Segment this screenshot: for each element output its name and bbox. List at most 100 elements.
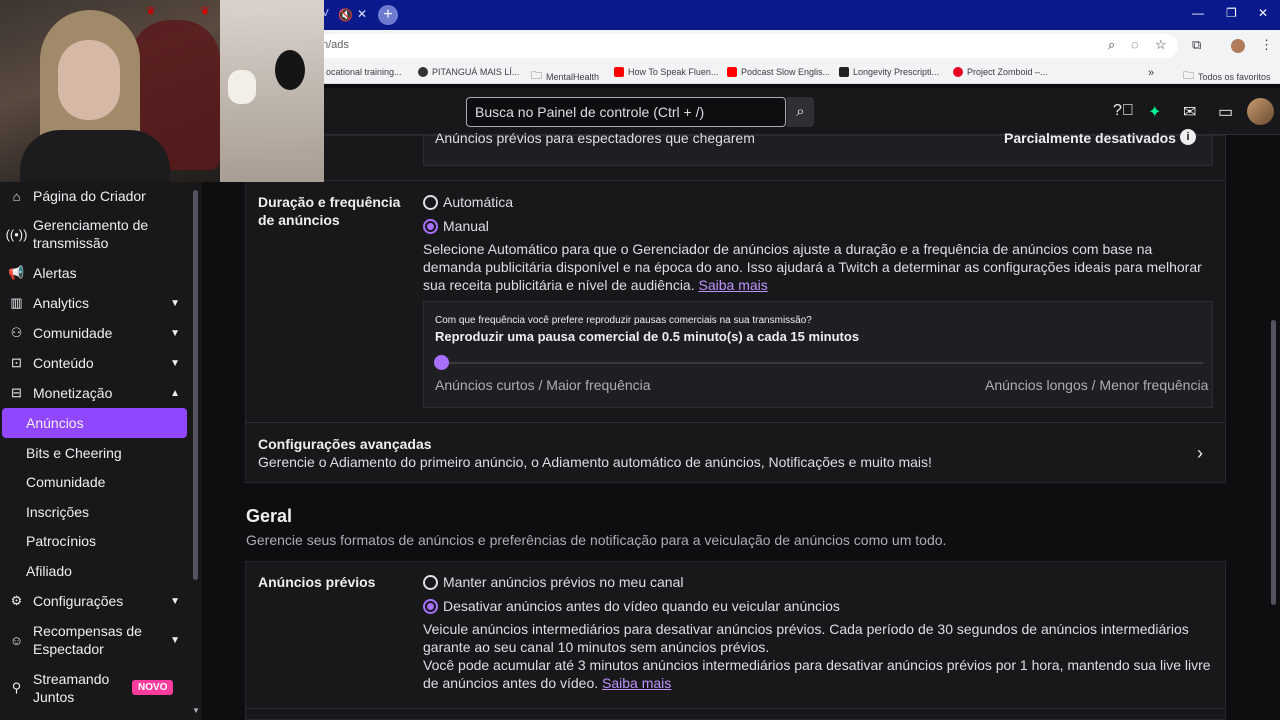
- chevron-up-icon: ▲: [170, 387, 180, 399]
- sidebar-scrollbar[interactable]: [193, 190, 198, 580]
- home-icon: ⌂: [12, 188, 21, 204]
- keep-preroll-radio[interactable]: [423, 575, 438, 590]
- inbox-icon[interactable]: ✉: [1183, 102, 1196, 122]
- preroll-status-value: Parcialmente desativados: [1004, 130, 1176, 146]
- bookmark-item[interactable]: Podcast Slow Englis...: [727, 67, 830, 77]
- manual-radio-label[interactable]: Manual: [443, 217, 489, 235]
- gear-icon: ⚙: [10, 593, 23, 608]
- divider: [246, 180, 1225, 181]
- disable-preroll-radio[interactable]: [423, 599, 438, 614]
- chevron-down-icon: ▼: [170, 357, 180, 369]
- slider-question: Com que frequência você prefere reproduz…: [435, 315, 812, 326]
- webcam-plush-toy: [228, 70, 256, 104]
- duration-description-text: Selecione Automático para que o Gerencia…: [423, 241, 1202, 293]
- extensions-icon[interactable]: ⧉: [1192, 37, 1201, 53]
- keep-preroll-label[interactable]: Manter anúncios prévios no meu canal: [443, 573, 683, 591]
- search-input[interactable]: Busca no Painel de controle (Ctrl + /): [466, 97, 786, 127]
- folder-icon: 🗀: [531, 70, 542, 82]
- close-tab-icon[interactable]: ✕: [357, 7, 367, 21]
- duration-label: Duração e frequência de anúncios: [258, 194, 401, 228]
- url-text[interactable]: n/ads: [322, 39, 349, 51]
- auto-radio[interactable]: [423, 195, 438, 210]
- preroll-learn-more-link[interactable]: Saiba mais: [602, 675, 671, 691]
- minimize-icon[interactable]: —: [1192, 6, 1204, 20]
- chevron-down-icon: ▼: [170, 327, 180, 339]
- sidebar-item-viewer-rewards[interactable]: ☺ Recompensas de Espectador ▼: [0, 622, 190, 658]
- chevron-right-icon[interactable]: ›: [1197, 443, 1203, 464]
- user-avatar[interactable]: [1247, 98, 1274, 125]
- search-icon: ⌕: [796, 103, 805, 120]
- eye-off-icon[interactable]: ◌: [1131, 37, 1139, 52]
- bookmarks-overflow-icon[interactable]: »: [1148, 67, 1154, 79]
- sparkle-icon[interactable]: ✦: [1148, 102, 1161, 122]
- frequency-slider-knob[interactable]: [434, 355, 449, 370]
- learn-more-link[interactable]: Saiba mais: [699, 277, 768, 293]
- general-title: Geral: [246, 506, 293, 526]
- sidebar-item-settings[interactable]: ⚙ Configurações ▼: [0, 586, 190, 616]
- pinterest-icon: [953, 67, 963, 77]
- bookmark-folder[interactable]: 🗀 MentalHealth: [531, 67, 599, 86]
- bookmark-all-folder[interactable]: 🗀 Todos os favoritos: [1183, 67, 1271, 86]
- webcam-person-face: [58, 40, 120, 120]
- help-icon[interactable]: ?⃝: [1113, 102, 1134, 120]
- mute-tab-icon[interactable]: 🔇: [338, 8, 353, 22]
- sidebar-item-analytics[interactable]: ▥ Analytics ▼: [0, 288, 190, 318]
- webcam-overlay: ❦ ❦: [0, 0, 324, 182]
- bookmark-item[interactable]: Longevity Prescripti...: [839, 67, 939, 77]
- sidebar-item-community[interactable]: ⚇ Comunidade ▼: [0, 318, 190, 348]
- preroll-desc2-block: Você pode acumular até 3 minutos anúncio…: [423, 656, 1213, 692]
- folder-icon: 🗀: [1183, 70, 1194, 82]
- new-tab-button[interactable]: +: [378, 5, 398, 25]
- sidebar-item-creator-page[interactable]: ⌂ Página do Criador: [0, 181, 190, 211]
- profile-avatar-icon[interactable]: [1231, 39, 1245, 53]
- manual-radio[interactable]: [423, 219, 438, 234]
- book-icon: [839, 67, 849, 77]
- broadcast-icon: ((•)): [5, 226, 28, 242]
- bookmark-item[interactable]: ocational training...: [326, 67, 402, 77]
- webcam-lamp: [275, 50, 305, 90]
- bookmark-item[interactable]: PITANGUÁ MAIS LÍ...: [418, 67, 519, 77]
- bookmark-star-icon[interactable]: ☆: [1155, 37, 1167, 53]
- globe-icon: [418, 67, 428, 77]
- megaphone-icon: 📢: [8, 265, 25, 280]
- restore-icon[interactable]: ❐: [1226, 6, 1237, 20]
- sidebar-subitem-subscriptions[interactable]: Inscrições: [26, 504, 89, 520]
- sidebar-subitem-affiliate[interactable]: Afiliado: [26, 563, 72, 579]
- webcam-person-shirt: [20, 130, 170, 182]
- preroll-desc1: Veicule anúncios intermediários para des…: [423, 621, 1189, 655]
- sidebar-item-alerts[interactable]: 📢 Alertas: [0, 258, 190, 288]
- advanced-description: Gerencie o Adiamento do primeiro anúncio…: [258, 454, 932, 470]
- bookmark-item[interactable]: How To Speak Fluen...: [614, 67, 718, 77]
- disable-preroll-label[interactable]: Desativar anúncios antes do vídeo quando…: [443, 597, 840, 615]
- menu-dots-icon[interactable]: ⋮: [1260, 37, 1273, 53]
- rewards-icon: ☺: [9, 632, 24, 648]
- people-icon: ⚇: [10, 325, 23, 340]
- preroll-status-text: Anúncios prévios para espectadores que c…: [435, 130, 755, 146]
- sidebar-item-monetization[interactable]: ⊟ Monetização ▲: [0, 378, 190, 408]
- whispers-icon[interactable]: ▭: [1218, 102, 1233, 122]
- sidebar-subitem-sponsorships[interactable]: Patrocínios: [26, 533, 96, 549]
- sidebar-subitem-bits[interactable]: Bits e Cheering: [26, 445, 122, 461]
- auto-radio-label[interactable]: Automática: [443, 193, 513, 211]
- sidebar-subitem-community[interactable]: Comunidade: [26, 474, 105, 490]
- bookmark-item[interactable]: Project Zomboid –...: [953, 67, 1048, 77]
- search-button[interactable]: ⌕: [787, 97, 814, 127]
- webcam-bow-decoration: ❦: [200, 4, 211, 18]
- slider-right-label: Anúncios longos / Menor frequência: [985, 377, 1209, 393]
- zoom-icon[interactable]: ⌕: [1108, 37, 1115, 53]
- scroll-down-arrow-icon[interactable]: ▼: [192, 706, 200, 715]
- sidebar-item-stream-manager[interactable]: ((•)) Gerenciamento de transmissão: [0, 216, 190, 252]
- main-scrollbar[interactable]: [1271, 320, 1276, 605]
- sidebar-item-content[interactable]: ⊡ Conteúdo ▼: [0, 348, 190, 378]
- info-icon[interactable]: i: [1180, 129, 1196, 145]
- webcam-bow-decoration: ❦: [146, 4, 157, 18]
- close-window-icon[interactable]: ✕: [1258, 6, 1268, 20]
- frequency-slider-track[interactable]: [440, 362, 1203, 364]
- chevron-down-icon: ▼: [170, 595, 180, 607]
- user-add-icon: ⚲: [11, 680, 22, 695]
- general-description: Gerencie seus formatos de anúncios e pre…: [246, 532, 947, 548]
- sidebar-subitem-ads[interactable]: Anúncios: [26, 415, 84, 431]
- chevron-down-icon: ▼: [170, 634, 180, 646]
- address-bar[interactable]: [318, 34, 1178, 58]
- money-icon: ⊟: [11, 385, 22, 400]
